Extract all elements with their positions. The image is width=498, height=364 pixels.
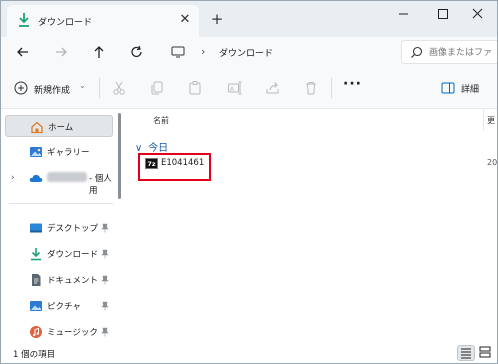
search-input[interactable]: [429, 45, 497, 60]
details-button-label: 詳細: [461, 85, 480, 95]
navigation-pane: ホーム ギャラリー › - 個人用 デスクトップ ダウンロード ドキュメント ピ…: [1, 109, 127, 343]
forward-button[interactable]: [51, 43, 71, 61]
title-bar: ダウンロード ✕ +: [1, 1, 497, 37]
new-tab-button[interactable]: +: [209, 11, 225, 27]
refresh-button[interactable]: [127, 43, 147, 61]
sidebar-item-gallery[interactable]: ギャラリー: [5, 141, 113, 163]
back-button[interactable]: [13, 43, 33, 61]
sidebar-item-documents[interactable]: ドキュメント: [5, 269, 113, 291]
sidebar-divider: [9, 203, 113, 204]
arrow-left-icon: [17, 47, 28, 57]
pin-icon[interactable]: [101, 223, 109, 233]
toolbar-divider: [99, 78, 100, 98]
sidebar-item-onedrive[interactable]: › - 個人用: [5, 167, 113, 196]
paste-icon[interactable]: [187, 80, 203, 96]
pictures-icon: [30, 301, 42, 311]
details-pane-button[interactable]: 詳細: [439, 80, 495, 98]
onedrive-icon: [29, 174, 43, 182]
monitor-icon: [171, 46, 185, 58]
column-header-name[interactable]: 名前: [153, 115, 169, 126]
breadcrumb-downloads[interactable]: ダウンロード: [219, 46, 273, 59]
tab-close-button[interactable]: ✕: [177, 12, 193, 28]
sidebar-item-label: ピクチャ: [47, 302, 81, 312]
search-box[interactable]: [401, 40, 497, 64]
desktop-icon: [30, 223, 42, 233]
pin-icon[interactable]: [101, 249, 109, 259]
download-icon: [31, 248, 41, 261]
sidebar-item-label: デスクトップ: [47, 224, 99, 234]
highlight-box: [138, 153, 211, 181]
home-icon: [31, 121, 43, 134]
column-divider[interactable]: [483, 109, 484, 131]
toolbar-divider: [331, 78, 332, 98]
account-name-redacted: [47, 172, 87, 182]
navigation-scrollbar[interactable]: [118, 113, 121, 199]
file-date: 20: [487, 158, 498, 167]
sidebar-item-pictures[interactable]: ピクチャ: [5, 295, 113, 317]
expand-chevron-icon[interactable]: ›: [11, 173, 15, 183]
arrow-right-icon: [56, 47, 67, 57]
download-icon: [19, 13, 29, 27]
minimize-icon: [399, 13, 408, 15]
sidebar-item-label: ダウンロード: [47, 250, 99, 260]
delete-icon[interactable]: [303, 80, 319, 96]
group-header-today[interactable]: ∨ 今日: [135, 139, 168, 154]
sidebar-item-desktop[interactable]: デスクトップ: [5, 217, 113, 239]
share-icon[interactable]: [265, 80, 281, 96]
documents-icon: [32, 274, 41, 286]
breadcrumb-separator: ›: [201, 45, 206, 58]
file-list-pane: 名前 更 ∨ 今日 7z E1041461 20: [127, 109, 497, 343]
sidebar-item-label: - 個人用: [89, 174, 112, 196]
sidebar-item-home[interactable]: ホーム: [5, 115, 113, 137]
plus-circle-icon: [14, 81, 28, 95]
search-icon: [411, 46, 423, 58]
item-count: 1 個の項目: [13, 350, 56, 360]
more-options-button[interactable]: ···: [343, 76, 362, 92]
close-icon: [472, 8, 483, 19]
pin-icon[interactable]: [101, 301, 109, 311]
refresh-icon: [131, 45, 142, 58]
list-view-icon: [461, 348, 471, 359]
address-bar[interactable]: › ダウンロード: [161, 40, 393, 64]
arrow-up-icon: [94, 46, 104, 58]
tab-downloads[interactable]: ダウンロード ✕: [7, 5, 199, 37]
new-button-label: 新規作成: [34, 86, 71, 96]
new-button[interactable]: 新規作成 ⌄: [9, 80, 89, 98]
sidebar-item-label: ドキュメント: [47, 276, 99, 286]
column-header-date[interactable]: 更: [487, 115, 495, 126]
sidebar-item-music[interactable]: ミュージック: [5, 321, 113, 343]
status-bar: 1 個の項目: [1, 343, 497, 363]
cut-icon[interactable]: [111, 80, 127, 96]
close-window-button[interactable]: [457, 1, 497, 27]
details-view-button[interactable]: [457, 345, 475, 361]
music-icon: [30, 326, 42, 338]
copy-icon[interactable]: [149, 80, 165, 96]
chevron-down-icon: ⌄: [79, 81, 86, 90]
command-bar: 新規作成 ⌄ A ··· 詳細: [1, 67, 497, 109]
file-explorer-window: ダウンロード ✕ + › ダウンロード 画像またはファ 新規作成 ⌄ A ···…: [0, 0, 498, 364]
tiles-view-icon: [479, 346, 491, 358]
details-pane-icon: [441, 82, 455, 94]
tiles-view-button[interactable]: [477, 345, 495, 361]
address-bar-row: › ダウンロード: [1, 37, 497, 67]
pin-icon[interactable]: [101, 327, 109, 337]
rename-icon[interactable]: A: [227, 80, 243, 96]
pin-icon[interactable]: [101, 275, 109, 285]
up-button[interactable]: [89, 43, 109, 61]
sidebar-item-label: ミュージック: [47, 328, 98, 338]
minimize-button[interactable]: [383, 1, 423, 27]
tab-title: ダウンロード: [38, 18, 93, 28]
sidebar-item-label: ギャラリー: [47, 148, 90, 158]
gallery-icon: [30, 147, 42, 157]
sidebar-item-label: ホーム: [48, 123, 74, 133]
sidebar-item-downloads[interactable]: ダウンロード: [5, 243, 113, 265]
